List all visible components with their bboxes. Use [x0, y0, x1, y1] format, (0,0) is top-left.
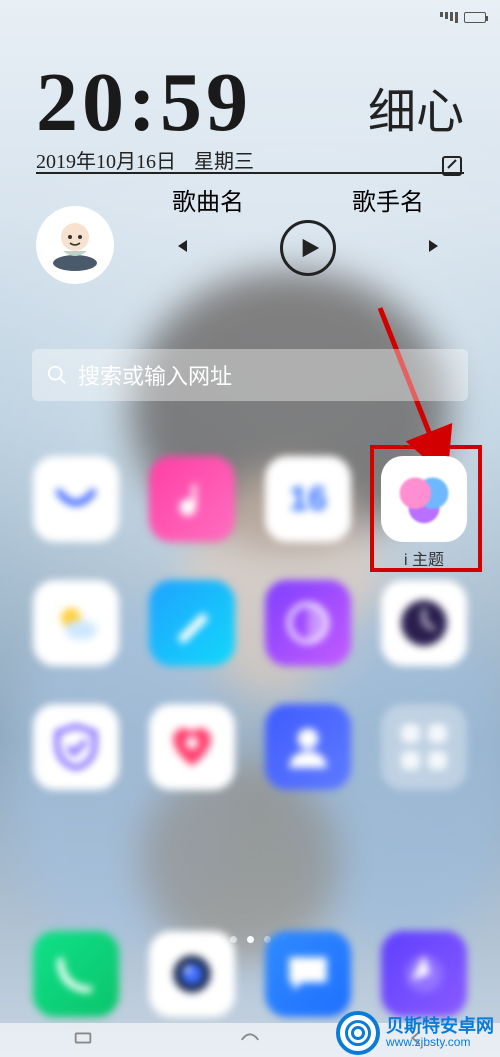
search-placeholder: 搜索或输入网址	[78, 359, 232, 391]
status-bar	[0, 0, 500, 34]
search-bar[interactable]: 搜索或输入网址	[32, 349, 468, 401]
dock-phone[interactable]	[33, 931, 119, 1017]
nav-recent-button[interactable]	[72, 1027, 94, 1054]
app-vivo-store[interactable]	[22, 456, 130, 562]
app-calendar[interactable]: 16	[254, 456, 362, 562]
watermark: 贝斯特安卓网 www.zjbsty.com	[336, 1011, 494, 1055]
app-theme-label: i 主题	[404, 546, 444, 562]
clock-widget[interactable]: 20:59 2019年10月16日 星期三 细心	[36, 54, 464, 174]
app-music[interactable]	[138, 456, 246, 562]
dock-camera[interactable]	[149, 931, 235, 1017]
divider	[36, 172, 464, 174]
app-notes[interactable]	[138, 580, 246, 686]
dock	[22, 931, 478, 1017]
dock-messages[interactable]	[265, 931, 351, 1017]
date-label: 2019年10月16日	[36, 145, 176, 174]
app-contacts[interactable]	[254, 704, 362, 810]
edit-icon[interactable]	[440, 154, 464, 178]
weekday-label: 星期三	[194, 145, 254, 174]
app-clock[interactable]	[370, 580, 478, 686]
app-grid: 16 i 主题	[22, 456, 478, 810]
home-screen: 20:59 2019年10月16日 星期三 细心 歌曲名 歌手名	[0, 0, 500, 1057]
signal-icon	[440, 12, 458, 23]
watermark-url: www.zjbsty.com	[386, 1036, 494, 1049]
app-security[interactable]	[22, 704, 130, 810]
song-name-label: 歌曲名	[172, 182, 244, 217]
nav-home-button[interactable]	[239, 1027, 261, 1054]
battery-icon	[464, 12, 486, 23]
app-weather[interactable]	[22, 580, 130, 686]
artist-name-label: 歌手名	[352, 182, 424, 217]
next-track-button[interactable]	[426, 237, 444, 260]
watermark-logo-icon	[336, 1011, 380, 1055]
play-button[interactable]	[280, 220, 336, 276]
theme-icon	[395, 470, 453, 528]
search-icon	[46, 364, 68, 386]
dock-browser[interactable]	[381, 931, 467, 1017]
app-health[interactable]	[138, 704, 246, 810]
app-theme[interactable]: i 主题	[370, 456, 478, 562]
motto-label: 细心	[368, 72, 464, 142]
app-more[interactable]	[370, 704, 478, 810]
app-gallery[interactable]	[254, 580, 362, 686]
album-art[interactable]	[36, 206, 114, 284]
watermark-brand: 贝斯特安卓网	[386, 1017, 494, 1037]
music-widget: 歌曲名 歌手名	[36, 190, 464, 300]
prev-track-button[interactable]	[172, 237, 190, 260]
